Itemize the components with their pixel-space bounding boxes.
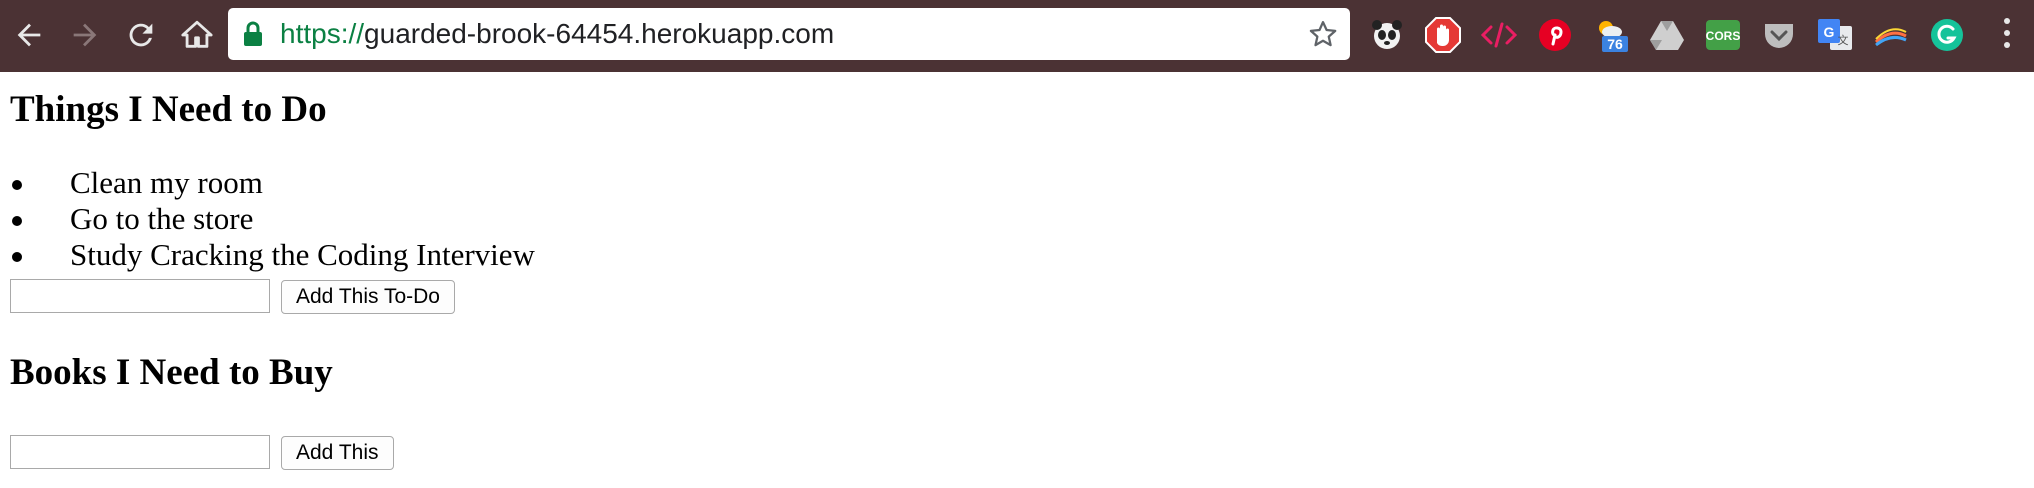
pinterest-extension[interactable] <box>1536 16 1574 54</box>
books-heading: Books I Need to Buy <box>10 352 333 393</box>
weather-badge: 76 <box>1607 36 1623 52</box>
pocket-icon <box>1765 24 1793 48</box>
todo-item: Go to the store <box>10 201 535 237</box>
reload-button[interactable] <box>118 12 164 58</box>
back-button[interactable] <box>6 12 52 58</box>
address-bar[interactable]: https://guarded-brook-64454.herokuapp.co… <box>228 8 1350 60</box>
weather-icon: 76 <box>1599 21 1628 52</box>
cors-icon: CORS <box>1706 20 1741 50</box>
lock-icon <box>244 21 262 46</box>
weather-extension[interactable]: 76 <box>1592 16 1630 54</box>
code-extension[interactable] <box>1480 16 1518 54</box>
todo-item: Study Cracking the Coding Interview <box>10 237 535 273</box>
arrow-right-icon <box>73 23 97 47</box>
url-text: https://guarded-brook-64454.herokuapp.co… <box>280 17 834 51</box>
forward-button[interactable] <box>62 12 108 58</box>
grammarly-extension[interactable] <box>1928 16 1966 54</box>
panda-icon <box>1372 20 1402 49</box>
menu-dot <box>2004 18 2010 24</box>
drive-icon <box>1650 21 1684 50</box>
translate-icon: G 文 <box>1818 19 1852 50</box>
rainbow-icon <box>1874 28 1907 47</box>
url-host: guarded-brook-64454.herokuapp.com <box>364 18 835 49</box>
reload-icon <box>129 23 153 47</box>
code-icon <box>1480 22 1518 48</box>
todo-heading: Things I Need to Do <box>10 89 327 130</box>
url-scheme: https:// <box>280 18 365 49</box>
svg-text:文: 文 <box>1838 33 1849 47</box>
adblock-icon <box>1425 17 1461 53</box>
book-input[interactable] <box>10 435 270 469</box>
home-icon <box>181 20 213 48</box>
todo-input[interactable] <box>10 279 270 313</box>
adblock-extension[interactable] <box>1424 16 1462 54</box>
menu-dot <box>2004 30 2010 36</box>
pinterest-icon <box>1539 19 1571 51</box>
drive-extension[interactable] <box>1648 16 1686 54</box>
home-button[interactable] <box>174 12 220 58</box>
todo-item: Clean my room <box>10 165 535 201</box>
svg-text:G: G <box>1824 24 1835 40</box>
menu-dot <box>2004 42 2010 48</box>
arrow-left-icon <box>17 23 41 47</box>
todo-list: Clean my room Go to the store Study Crac… <box>10 165 535 273</box>
translate-extension[interactable]: G 文 <box>1816 16 1854 54</box>
browser-toolbar: https://guarded-brook-64454.herokuapp.co… <box>0 0 2034 72</box>
cors-label: CORS <box>1706 29 1741 43</box>
cors-extension[interactable]: CORS <box>1704 16 1742 54</box>
add-book-button[interactable]: Add This <box>281 436 394 470</box>
add-todo-button[interactable]: Add This To-Do <box>281 280 455 314</box>
bookmark-star-icon[interactable] <box>1308 19 1338 49</box>
browser-menu-button[interactable] <box>2000 18 2014 54</box>
panda-extension[interactable] <box>1368 16 1406 54</box>
rainbow-extension[interactable] <box>1872 16 1910 54</box>
grammarly-icon <box>1931 19 1963 51</box>
pocket-extension[interactable] <box>1760 16 1798 54</box>
